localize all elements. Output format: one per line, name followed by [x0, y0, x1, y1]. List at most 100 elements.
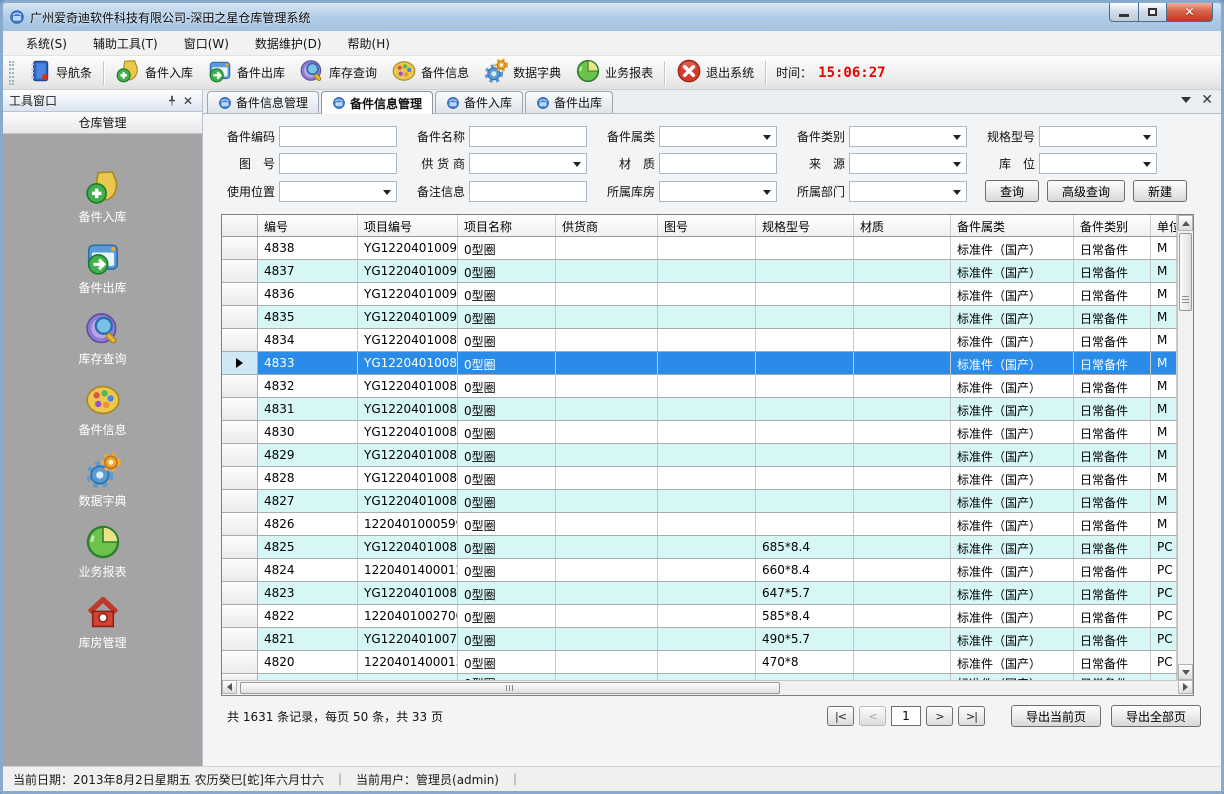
table-cell[interactable]: 标准件（国产） [951, 237, 1074, 259]
search-select[interactable] [1039, 126, 1157, 147]
table-cell[interactable] [658, 237, 756, 259]
search-select[interactable] [849, 181, 967, 202]
last-page-button[interactable]: >| [958, 706, 985, 726]
column-header[interactable]: 备件类别 [1074, 215, 1151, 236]
search-select[interactable] [659, 126, 777, 147]
column-header[interactable]: 编号 [258, 215, 358, 236]
table-cell[interactable]: M [1151, 421, 1177, 443]
table-cell[interactable] [658, 352, 756, 374]
table-cell[interactable]: 日常备件 [1074, 444, 1151, 466]
table-cell[interactable]: 标准件（国产） [951, 375, 1074, 397]
table-cell[interactable]: 4829 [258, 444, 358, 466]
table-row[interactable]: 4830YG122040100850型圈标准件（国产）日常备件M [222, 421, 1177, 444]
table-cell[interactable] [556, 536, 658, 558]
table-cell[interactable]: 日常备件 [1074, 628, 1151, 650]
table-row[interactable]: 482212204010027000型圈585*8.4标准件（国产）日常备件PC [222, 605, 1177, 628]
table-cell[interactable]: 日常备件 [1074, 398, 1151, 420]
table-cell[interactable] [756, 375, 854, 397]
table-cell[interactable]: 标准件（国产） [951, 260, 1074, 282]
menu-item[interactable]: 数据维护(D) [242, 31, 335, 56]
vertical-scrollbar[interactable] [1177, 215, 1193, 680]
table-cell[interactable]: 标准件（国产） [951, 536, 1074, 558]
search-text-input[interactable] [279, 126, 397, 147]
table-cell[interactable]: YG12204010089 [358, 329, 458, 351]
table-cell[interactable]: 4824 [258, 559, 358, 581]
table-cell[interactable]: 4826 [258, 513, 358, 535]
table-cell[interactable]: 4820 [258, 651, 358, 673]
row-selector[interactable] [222, 605, 258, 627]
table-cell[interactable]: 0型圈 [458, 651, 556, 673]
table-cell[interactable] [658, 306, 756, 328]
table-cell[interactable]: 日常备件 [1074, 490, 1151, 512]
table-cell[interactable] [556, 421, 658, 443]
table-cell[interactable] [756, 237, 854, 259]
tab-1[interactable]: 备件信息管理 [207, 91, 319, 113]
table-cell[interactable]: M [1151, 398, 1177, 420]
prev-page-button[interactable]: < [859, 706, 886, 726]
sidebar-group-header[interactable]: 仓库管理 [3, 112, 202, 134]
table-cell[interactable] [854, 375, 951, 397]
table-cell[interactable] [854, 651, 951, 673]
search-text-input[interactable] [279, 153, 397, 174]
sidebar-item-parts-outbound[interactable]: 备件出库 [43, 239, 163, 296]
table-cell[interactable]: YG12204010093 [358, 237, 458, 259]
table-cell[interactable] [658, 559, 756, 581]
table-cell[interactable]: PC [1151, 605, 1177, 627]
tab-list-dropdown-icon[interactable] [1181, 97, 1191, 103]
table-cell[interactable]: M [1151, 306, 1177, 328]
table-row[interactable]: 4829YG122040100840型圈标准件（国产）日常备件M [222, 444, 1177, 467]
scroll-down-arrow[interactable] [1178, 664, 1193, 680]
table-cell[interactable] [756, 490, 854, 512]
table-cell[interactable]: M [1151, 513, 1177, 535]
table-cell[interactable] [658, 444, 756, 466]
table-cell[interactable] [756, 467, 854, 489]
table-cell[interactable]: PC [1151, 559, 1177, 581]
sidebar-item-data-dictionary[interactable]: 数据字典 [43, 452, 163, 509]
tab-3[interactable]: 备件入库 [435, 91, 523, 113]
table-cell[interactable]: 日常备件 [1074, 306, 1151, 328]
row-selector[interactable] [222, 628, 258, 650]
sidebar-item-parts-inbound[interactable]: 备件入库 [43, 168, 163, 225]
table-cell[interactable]: 日常备件 [1074, 352, 1151, 374]
table-row[interactable]: 4834YG122040100890型圈标准件（国产）日常备件M [222, 329, 1177, 352]
search-select[interactable] [849, 153, 967, 174]
table-cell[interactable] [854, 582, 951, 604]
table-cell[interactable] [658, 467, 756, 489]
table-cell[interactable]: 标准件（国产） [951, 283, 1074, 305]
table-cell[interactable]: 0型圈 [458, 398, 556, 420]
table-cell[interactable] [854, 513, 951, 535]
table-cell[interactable]: 标准件（国产） [951, 559, 1074, 581]
table-cell[interactable]: 日常备件 [1074, 651, 1151, 673]
table-cell[interactable] [854, 605, 951, 627]
table-cell[interactable] [756, 513, 854, 535]
row-selector[interactable] [222, 444, 258, 466]
search-text-input[interactable] [469, 126, 587, 147]
table-row[interactable]: 482012204014000130型圈470*8标准件（国产）日常备件PC [222, 651, 1177, 674]
table-cell[interactable]: 标准件（国产） [951, 467, 1074, 489]
table-cell[interactable]: 0型圈 [458, 536, 556, 558]
table-cell[interactable]: 日常备件 [1074, 536, 1151, 558]
table-row[interactable]: 4838YG122040100930型圈标准件（国产）日常备件M [222, 237, 1177, 260]
row-selector[interactable] [222, 375, 258, 397]
table-cell[interactable]: 4836 [258, 283, 358, 305]
table-cell[interactable]: 标准件（国产） [951, 490, 1074, 512]
table-cell[interactable]: 4835 [258, 306, 358, 328]
table-cell[interactable] [756, 329, 854, 351]
table-cell[interactable]: PC [1151, 536, 1177, 558]
vertical-scroll-thumb[interactable] [1179, 233, 1192, 311]
table-cell[interactable]: 647*5.7 [756, 582, 854, 604]
pin-icon[interactable] [164, 93, 180, 109]
toolbar-button-navigator-book[interactable]: 导航条 [19, 56, 99, 89]
table-cell[interactable] [556, 651, 658, 673]
next-page-button[interactable]: > [926, 706, 953, 726]
close-button[interactable]: ✕ [1167, 3, 1213, 22]
table-cell[interactable]: 0型圈 [458, 467, 556, 489]
table-cell[interactable]: PC [1151, 582, 1177, 604]
sidebar-close-icon[interactable]: ✕ [180, 93, 196, 109]
new-button[interactable]: 新建 [1133, 180, 1187, 202]
table-row[interactable]: 4836YG122040100910型圈标准件（国产）日常备件M [222, 283, 1177, 306]
table-cell[interactable]: 标准件（国产） [951, 628, 1074, 650]
table-cell[interactable] [556, 444, 658, 466]
table-cell[interactable]: 1220401002700 [358, 605, 458, 627]
column-header[interactable]: 项目编号 [358, 215, 458, 236]
